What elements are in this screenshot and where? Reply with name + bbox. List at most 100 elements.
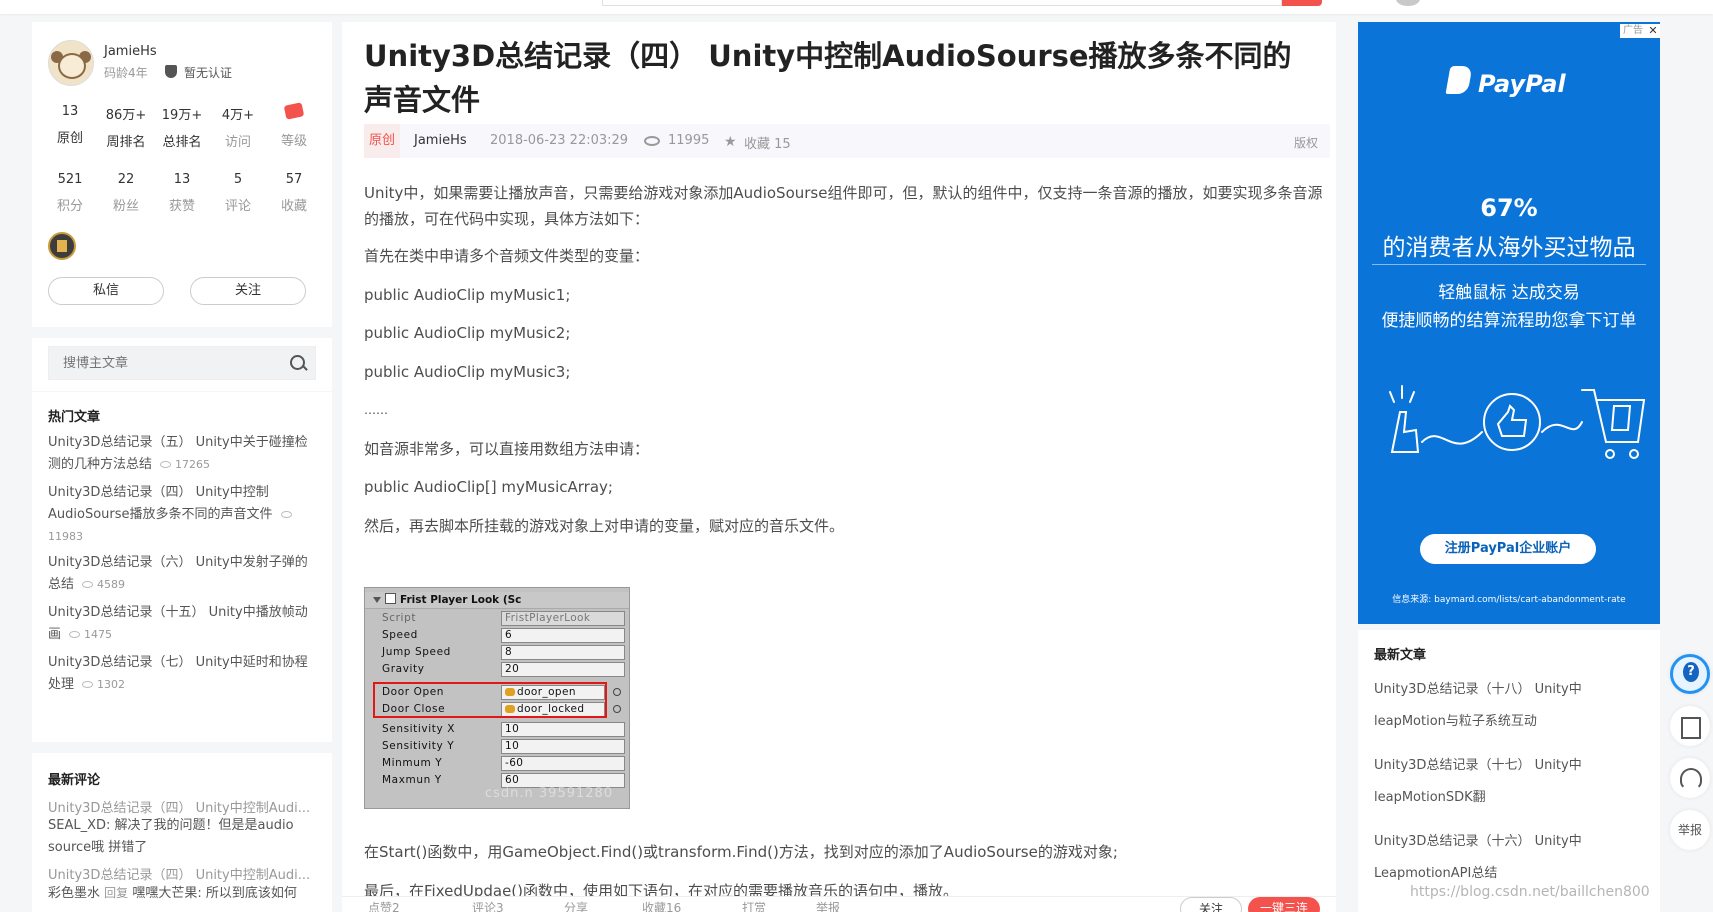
- inspector-key: Speed: [382, 629, 418, 641]
- article-paragraph: Unity中，如果需要让播放声音，只需要给游戏对象添加AudioSourse组件…: [364, 184, 1323, 228]
- comment-text: 彩色墨水 回复 嘿嘿大芒果: 所以到底该如何: [48, 882, 316, 905]
- inspector-row: Script FristPlayerLook: [365, 610, 629, 627]
- stat-level[interactable]: 等级: [266, 102, 322, 150]
- follow-button[interactable]: 关注: [190, 277, 306, 305]
- inspector-row: Sensitivity Y 10: [365, 738, 629, 755]
- comment-button[interactable]: 评论3: [472, 899, 504, 912]
- triple-action-button[interactable]: 一键三连: [1248, 897, 1320, 912]
- inspector-row: Jump Speed 8: [365, 644, 629, 661]
- stat-total-rank[interactable]: 19万+ 总排名: [154, 104, 210, 150]
- comment-article-link[interactable]: Unity3D总结记录（四） Unity中控制Audi...: [48, 797, 320, 816]
- object-picker-icon: [613, 688, 621, 696]
- author-name[interactable]: JamieHs: [104, 44, 157, 59]
- search-icon[interactable]: [281, 347, 315, 379]
- hot-article-link[interactable]: Unity3D总结记录（四） Unity中控制AudioSourse播放多条不同…: [48, 485, 273, 522]
- comment-author[interactable]: SEAL_XD:: [48, 818, 110, 833]
- eye-icon: [82, 581, 94, 588]
- stat-likes: 13 获赞: [154, 172, 210, 214]
- help-icon[interactable]: [1670, 654, 1710, 694]
- paypal-ad[interactable]: 广告 ✕ PayPal 67% 的消费者从海外买过物品 轻触鼠标 达成交易 便捷…: [1358, 22, 1660, 624]
- stat-fans[interactable]: 22 粉丝: [98, 172, 154, 214]
- view-count: 1475: [84, 628, 113, 641]
- inspector-row: Gravity 20: [365, 661, 629, 678]
- share-button[interactable]: 分享: [564, 899, 588, 912]
- copyright-link[interactable]: 版权: [1294, 134, 1318, 151]
- article-author[interactable]: JamieHs: [414, 133, 467, 148]
- like-button[interactable]: 点赞2: [368, 899, 400, 912]
- edit-icon[interactable]: [1670, 706, 1710, 746]
- stat-label: 等级: [280, 134, 307, 149]
- view-count: 1302: [97, 678, 126, 691]
- stat-label: 积分: [56, 199, 83, 214]
- list-item[interactable]: Unity3D总结记录（七） Unity中延时和协程处理 1302: [48, 652, 316, 696]
- inspector-key: Jump Speed: [382, 646, 451, 658]
- stat-label: 访问: [224, 135, 251, 150]
- comment-author[interactable]: 彩色墨水: [48, 886, 100, 901]
- inspector-value: 10: [501, 739, 625, 754]
- ad-tag: 广告: [1620, 24, 1646, 38]
- comment-article-link[interactable]: Unity3D总结记录（四） Unity中控制Audi...: [48, 864, 320, 883]
- ad-cta-button[interactable]: 注册PayPal企业账户: [1420, 534, 1596, 564]
- checkbox-icon: [385, 593, 396, 604]
- message-button[interactable]: 私信: [48, 277, 164, 305]
- article-meta-bar: 原创 JamieHs 2018-06-23 22:03:29 11995 ★ 收…: [364, 124, 1330, 158]
- list-item[interactable]: Unity3D总结记录（四） Unity中控制AudioSourse播放多条不同…: [48, 482, 316, 548]
- headset-icon[interactable]: [1670, 758, 1710, 798]
- unity-inspector-screenshot: Frist Player Look (Sc Script FristPlayerL…: [364, 587, 630, 809]
- inspector-value: 8: [501, 645, 625, 660]
- reply-target[interactable]: 嘿嘿大芒果:: [132, 886, 201, 901]
- close-icon[interactable]: ✕: [1646, 24, 1660, 38]
- stat-label: 总排名: [162, 135, 202, 150]
- top-search-input[interactable]: [602, 0, 1282, 6]
- reply-label: 回复: [104, 886, 129, 900]
- list-item[interactable]: Unity3D总结记录（十七） Unity中leapMotionSDK翻: [1374, 750, 1644, 814]
- comment-content: 所以到底该如何: [205, 886, 297, 901]
- report-side-button[interactable]: 举报: [1670, 810, 1710, 850]
- article-paragraph: ……: [364, 403, 388, 417]
- level-icon: [283, 102, 305, 120]
- view-count: 17265: [175, 458, 211, 471]
- top-user-avatar[interactable]: [1396, 0, 1420, 6]
- top-search-button[interactable]: [1282, 0, 1322, 6]
- collect-button[interactable]: 收藏16: [642, 899, 681, 912]
- article-paragraph: public AudioClip myMusic1;: [364, 286, 571, 304]
- list-item[interactable]: Unity3D总结记录（六） Unity中发射子弹的总结 4589: [48, 552, 316, 596]
- report-button[interactable]: 举报: [816, 899, 840, 912]
- stat-original[interactable]: 13 原创: [42, 104, 98, 150]
- star-icon[interactable]: ★: [724, 134, 737, 150]
- stat-label: 收藏: [280, 199, 307, 214]
- ad-divider: [1372, 264, 1646, 265]
- paypal-logo: PayPal: [1446, 70, 1566, 98]
- blog-search-box: [48, 346, 316, 380]
- blog-search-input[interactable]: [49, 347, 279, 379]
- top-nav-bar: [0, 0, 1713, 14]
- toolbar-follow-button[interactable]: 关注: [1180, 897, 1242, 912]
- page-watermark: https://blog.csdn.net/baillchen800: [1410, 884, 1650, 900]
- article-paragraph: 首先在类中申请多个音频文件类型的变量：: [364, 247, 650, 265]
- profile-stats-row-2: 521 积分 22 粉丝 13 获赞 5 评论 57 收藏: [32, 172, 332, 214]
- avatar[interactable]: [48, 40, 94, 86]
- list-item[interactable]: Unity3D总结记录（十六） Unity中LeapmotionAPI总结: [1374, 826, 1644, 890]
- stat-favorites: 57 收藏: [266, 172, 322, 214]
- author-profile-card: JamieHs 码龄4年 暂无认证 13 原创 86万+ 周排名 19万+ 总排名 4…: [32, 22, 332, 327]
- inspector-key: Script: [382, 612, 417, 624]
- stat-label: 原创: [56, 131, 83, 146]
- favorite-count[interactable]: 收藏 15: [744, 133, 791, 152]
- stat-value: 57: [285, 172, 303, 187]
- stat-value: 521: [57, 172, 83, 187]
- inspector-key: Maxmun Y: [382, 774, 442, 786]
- inspector-row: Speed 6: [365, 627, 629, 644]
- latest-comments-title: 最新评论: [48, 773, 101, 788]
- list-item[interactable]: Unity3D总结记录（五） Unity中关于碰撞检测的几种方法总结 17265: [48, 432, 316, 476]
- stat-week-rank[interactable]: 86万+ 周排名: [98, 104, 154, 150]
- list-item[interactable]: Unity3D总结记录（十五） Unity中播放帧动画 1475: [48, 602, 316, 646]
- eye-icon: [160, 461, 172, 468]
- stat-value: 5: [233, 172, 243, 187]
- medal-badge-icon[interactable]: [48, 232, 76, 260]
- stat-value: 86万+: [105, 108, 147, 123]
- list-item[interactable]: Unity3D总结记录（十八） Unity中leapMotion与粒子系统互动: [1374, 674, 1644, 738]
- image-watermark: csdn.n 39591280: [485, 786, 614, 801]
- article-paragraph: 如音源非常多，可以直接用数组方法申请：: [364, 440, 650, 458]
- article-date: 2018-06-23 22:03:29: [490, 133, 629, 148]
- reward-button[interactable]: 打赏: [742, 899, 766, 912]
